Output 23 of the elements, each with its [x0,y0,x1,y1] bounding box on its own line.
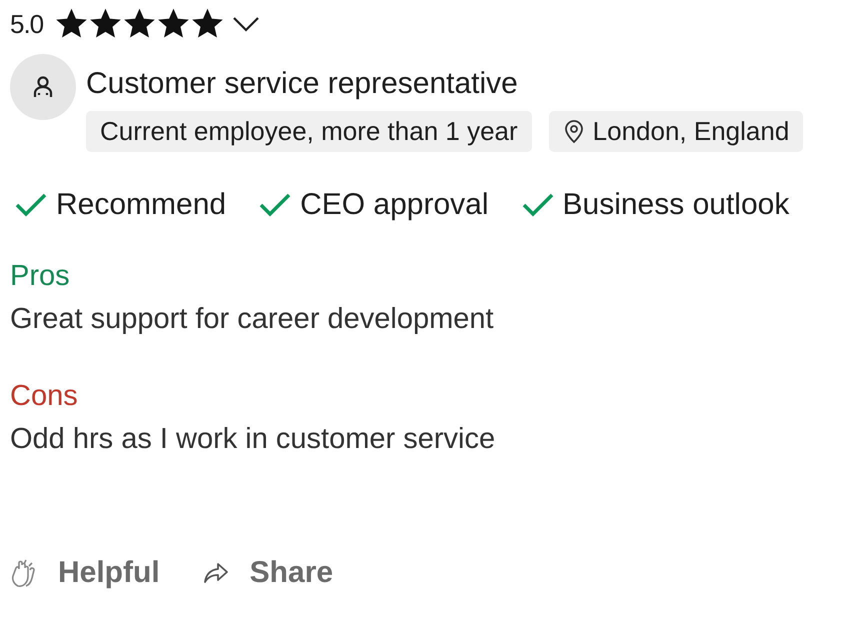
share-arrow-icon [202,561,230,585]
star-icon [123,8,156,40]
star-icon [55,8,88,40]
rating-label: CEO approval [300,188,489,222]
star-icon [157,8,190,40]
share-button[interactable]: Share [202,556,334,590]
status-tag: Current employee, more than 1 year [86,111,532,152]
cons-text: Odd hrs as I work in customer service [10,423,496,456]
star-icon [191,8,224,40]
rating-label: Business outlook [562,188,790,222]
helpful-button[interactable]: Helpful [10,556,160,590]
chevron-down-icon[interactable] [232,16,260,32]
job-title: Customer service representative [86,67,518,101]
location-pin-icon [562,120,585,144]
pros-heading: Pros [10,260,70,293]
location-tag: London, England [548,111,804,152]
cons-heading: Cons [10,380,78,413]
pros-text: Great support for career development [10,303,495,336]
star-icon [89,8,122,40]
clapping-hands-icon [10,558,38,588]
person-icon [32,75,54,99]
rating-label: Recommend [56,188,226,222]
rating-value: 5.0 [10,8,44,40]
